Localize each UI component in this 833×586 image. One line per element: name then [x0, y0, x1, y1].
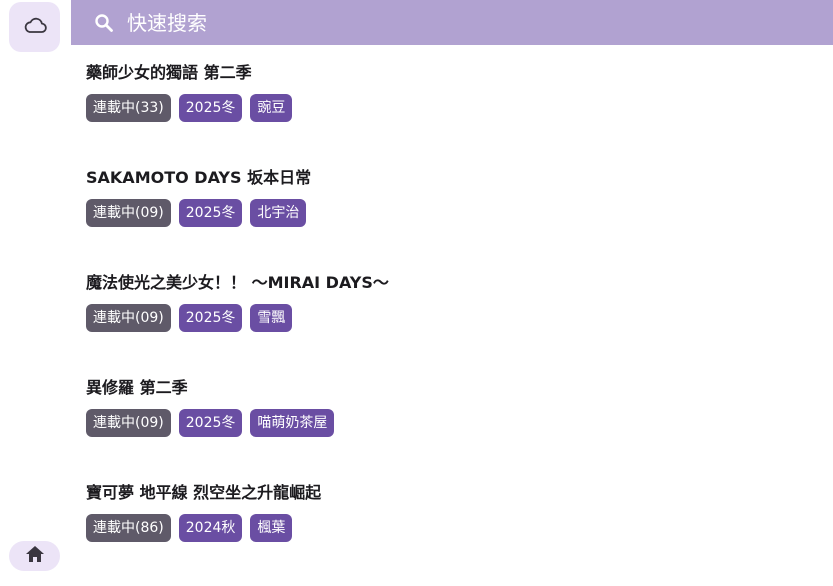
group-badge[interactable]: 北宇治 [250, 199, 307, 227]
search-bar[interactable] [71, 0, 833, 45]
tag-row: 連載中(86) 2024秋 楓葉 [86, 514, 816, 542]
group-badge[interactable]: 喵萌奶茶屋 [250, 409, 335, 437]
search-icon[interactable] [93, 12, 115, 34]
list-item[interactable]: SAKAMOTO DAYS 坂本日常 連載中(09) 2025冬 北宇治 [86, 166, 816, 271]
season-badge[interactable]: 2025冬 [178, 199, 243, 227]
status-badge[interactable]: 連載中(09) [86, 304, 171, 332]
tag-row: 連載中(09) 2025冬 喵萌奶茶屋 [86, 409, 816, 437]
item-title: 異修羅 第二季 [86, 378, 188, 397]
season-badge[interactable]: 2025冬 [178, 94, 243, 122]
status-badge[interactable]: 連載中(09) [86, 199, 171, 227]
status-badge[interactable]: 連載中(86) [86, 514, 171, 542]
season-badge[interactable]: 2024秋 [178, 514, 243, 542]
list-item[interactable]: 寶可夢 地平線 烈空坐之升龍崛起 連載中(86) 2024秋 楓葉 [86, 481, 816, 586]
group-badge[interactable]: 楓葉 [250, 514, 293, 542]
search-input[interactable] [127, 10, 727, 35]
item-title: SAKAMOTO DAYS 坂本日常 [86, 168, 312, 187]
group-badge[interactable]: 豌豆 [250, 94, 293, 122]
item-title: 魔法使光之美少女！！ ～MIRAI DAYS～ [86, 273, 389, 292]
status-badge[interactable]: 連載中(09) [86, 409, 171, 437]
status-badge[interactable]: 連載中(33) [86, 94, 171, 122]
item-title: 藥師少女的獨語 第二季 [86, 63, 252, 82]
navigation-rail [0, 0, 70, 574]
season-badge[interactable]: 2025冬 [178, 409, 243, 437]
group-badge[interactable]: 雪飄 [250, 304, 293, 332]
tag-row: 連載中(09) 2025冬 雪飄 [86, 304, 816, 332]
list-item[interactable]: 異修羅 第二季 連載中(09) 2025冬 喵萌奶茶屋 [86, 376, 816, 481]
list-item[interactable]: 藥師少女的獨語 第二季 連載中(33) 2025冬 豌豆 [86, 61, 816, 166]
list-item[interactable]: 魔法使光之美少女！！ ～MIRAI DAYS～ 連載中(09) 2025冬 雪飄 [86, 271, 816, 376]
item-title: 寶可夢 地平線 烈空坐之升龍崛起 [86, 483, 322, 502]
cloud-button[interactable] [9, 2, 60, 52]
tag-row: 連載中(09) 2025冬 北宇治 [86, 199, 816, 227]
season-badge[interactable]: 2025冬 [178, 304, 243, 332]
tag-row: 連載中(33) 2025冬 豌豆 [86, 94, 816, 122]
home-icon [25, 545, 45, 567]
home-button[interactable] [9, 541, 60, 571]
anime-list: 藥師少女的獨語 第二季 連載中(33) 2025冬 豌豆 SAKAMOTO DA… [86, 61, 816, 586]
cloud-icon [23, 16, 47, 38]
